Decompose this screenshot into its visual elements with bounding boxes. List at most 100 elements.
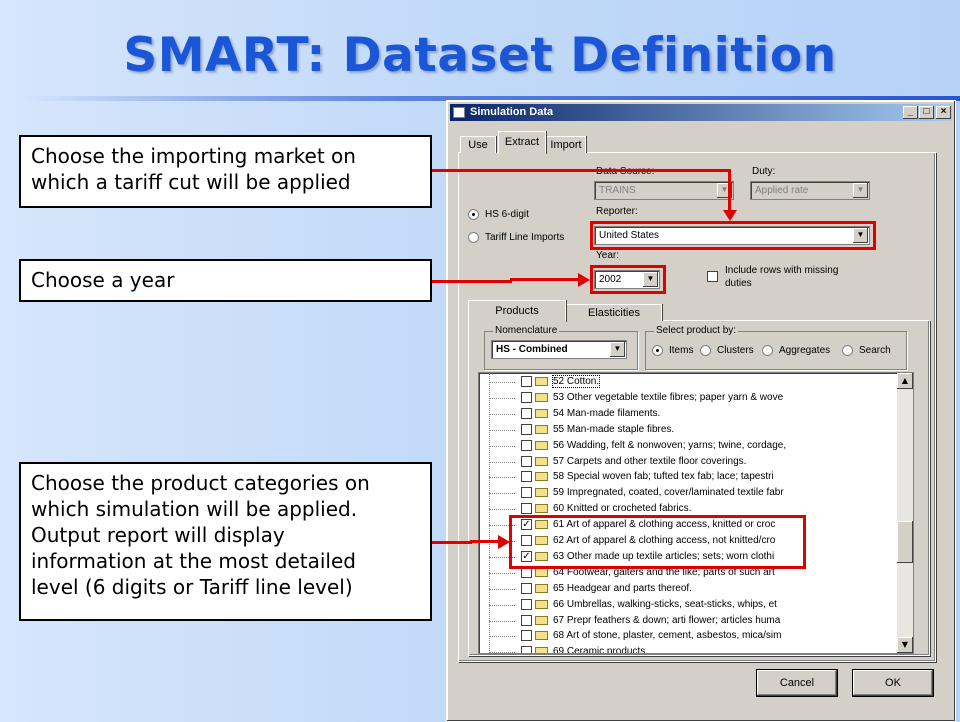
dialog-titlebar[interactable]: Simulation Data _ □ × [450,104,952,121]
data-source-select: TRAINS ▼ [594,181,734,200]
tree-row-label: 56 Wadding, felt & nonwoven; yarns; twin… [553,439,787,451]
tree-row-checkbox[interactable] [521,439,532,451]
radio-hs-6-digit[interactable] [468,209,479,220]
maximize-button[interactable]: □ [919,106,934,119]
ok-button[interactable]: OK [852,669,934,697]
tree-branch-line [489,382,515,383]
connector-year-1 [432,280,512,283]
tree-branch-line [489,604,515,606]
connector-products-1 [432,541,472,544]
folder-icon [535,424,548,434]
cancel-button[interactable]: Cancel [756,669,838,697]
radio-aggregates-label: Aggregates [779,345,831,356]
callout-product-categories: Choose the product categories on which s… [19,462,432,621]
chevron-down-icon[interactable]: ▼ [610,342,625,357]
minimize-button[interactable]: _ [903,106,918,119]
tree-row-label: 67 Prepr feathers & down; arti flower; a… [553,614,781,626]
tree-row[interactable]: 66 Umbrellas, walking-sticks, seat-stick… [479,597,897,613]
tree-row-checkbox[interactable] [521,503,532,515]
tree-row-checkbox[interactable] [521,646,532,653]
tree-row-label: 55 Man-made staple fibres. [553,423,675,435]
radio-search[interactable] [842,345,853,356]
tab-elasticities[interactable]: Elasticities [566,304,662,321]
tree-row-checkbox[interactable] [521,376,532,387]
tree-row[interactable]: 56 Wadding, felt & nonwoven; yarns; twin… [479,438,897,454]
close-button[interactable]: × [936,106,951,119]
tree-branch-line [489,493,515,495]
folder-icon [535,408,548,418]
tab-use[interactable]: Use [460,136,496,153]
callout-text-line: Choose a year [31,268,175,292]
tree-row-checkbox[interactable] [521,582,532,594]
tree-row-label: 54 Man-made filaments. [553,407,661,419]
tree-row-checkbox[interactable] [521,455,532,467]
tab-use-label: Use [468,139,488,151]
tree-row[interactable]: 58 Special woven fab; tufted tex fab; la… [479,469,897,485]
folder-icon [535,504,548,514]
tree-row-checkbox[interactable] [521,423,532,435]
tree-row[interactable]: 52 Cotton. [479,374,897,390]
connector-market-vertical [728,169,731,213]
tree-row[interactable]: 68 Art of stone, plaster, cement, asbest… [479,628,897,644]
tree-branch-line [489,397,515,399]
tree-row[interactable]: 69 Ceramic products. [479,644,897,653]
radio-items[interactable] [652,345,663,356]
cancel-label: Cancel [779,677,815,689]
radio-tariff-label: Tariff Line Imports [485,232,565,243]
tree-row[interactable]: 55 Man-made staple fibres. [479,422,897,438]
product-tree[interactable]: ▲ ▼ 52 Cotton. 53 Other vegetable textile… [478,372,914,654]
tree-row-label: 65 Headgear and parts thereof. [553,582,692,594]
tree-row-label: 66 Umbrellas, walking-sticks, seat-stick… [553,598,777,610]
tree-branch-line [489,477,515,479]
tree-row-label: 52 Cotton. [551,375,601,388]
radio-aggregates[interactable] [762,345,773,356]
year-highlight [590,265,666,294]
tree-row-checkbox[interactable] [521,487,532,499]
tree-row-label: 60 Knitted or crocheted fabrics. [553,503,692,515]
tree-branch-line [489,652,515,653]
tab-products[interactable]: Products [468,300,566,322]
tree-row-checkbox[interactable] [521,614,532,626]
tree-row[interactable]: 65 Headgear and parts thereof. [479,581,897,597]
radio-clusters[interactable] [700,345,711,356]
tree-row[interactable]: 57 Carpets and other textile floor cover… [479,454,897,470]
folder-icon [535,472,548,482]
chevron-down-icon: ▼ [853,183,868,198]
duty-label: Duty: [752,166,776,177]
tree-branch-line [489,461,515,463]
connector-products-2 [470,540,500,543]
tab-import[interactable]: Import [546,136,586,153]
slide-title: SMART: Dataset Definition [123,28,837,83]
data-source-value: TRAINS [599,185,636,196]
radio-tariff-line-imports[interactable] [468,232,479,243]
connector-year-2 [510,278,580,281]
tree-row[interactable]: 59 Impregnated, coated, cover/laminated … [479,485,897,501]
tree-row-checkbox[interactable] [521,471,532,483]
dialog-title: Simulation Data [470,106,554,118]
callout-text-line: Output report will display [31,523,285,547]
tab-extract[interactable]: Extract [498,131,546,154]
duty-value: Applied rate [755,185,809,196]
include-missing-checkbox[interactable] [707,271,718,282]
tree-row-label: 58 Special woven fab; tufted tex fab; la… [553,471,774,483]
tree-row-checkbox[interactable] [521,407,532,419]
nomenclature-select[interactable]: HS - Combined ▼ [491,340,627,359]
year-label: Year: [596,250,619,261]
callout-year: Choose a year [19,259,432,302]
tree-row[interactable]: 53 Other vegetable textile fibres; paper… [479,390,897,406]
radio-hs-label: HS 6-digit [485,209,529,220]
tree-row-checkbox[interactable] [521,630,532,642]
scroll-down-button[interactable]: ▼ [897,637,913,653]
tree-row-checkbox[interactable] [521,598,532,610]
folder-icon [535,488,548,498]
callout-text-line: which simulation will be applied. [31,497,358,521]
tree-branch-line [489,429,515,431]
arrow-down-icon [723,210,737,221]
scroll-thumb[interactable] [897,521,913,563]
tree-scrollbar[interactable]: ▲ ▼ [897,373,913,653]
tree-row[interactable]: 67 Prepr feathers & down; arti flower; a… [479,613,897,629]
tree-row-checkbox[interactable] [521,391,532,403]
tree-row[interactable]: 54 Man-made filaments. [479,406,897,422]
scroll-up-button[interactable]: ▲ [897,373,913,389]
callout-importing-market: Choose the importing market on which a t… [19,135,432,208]
